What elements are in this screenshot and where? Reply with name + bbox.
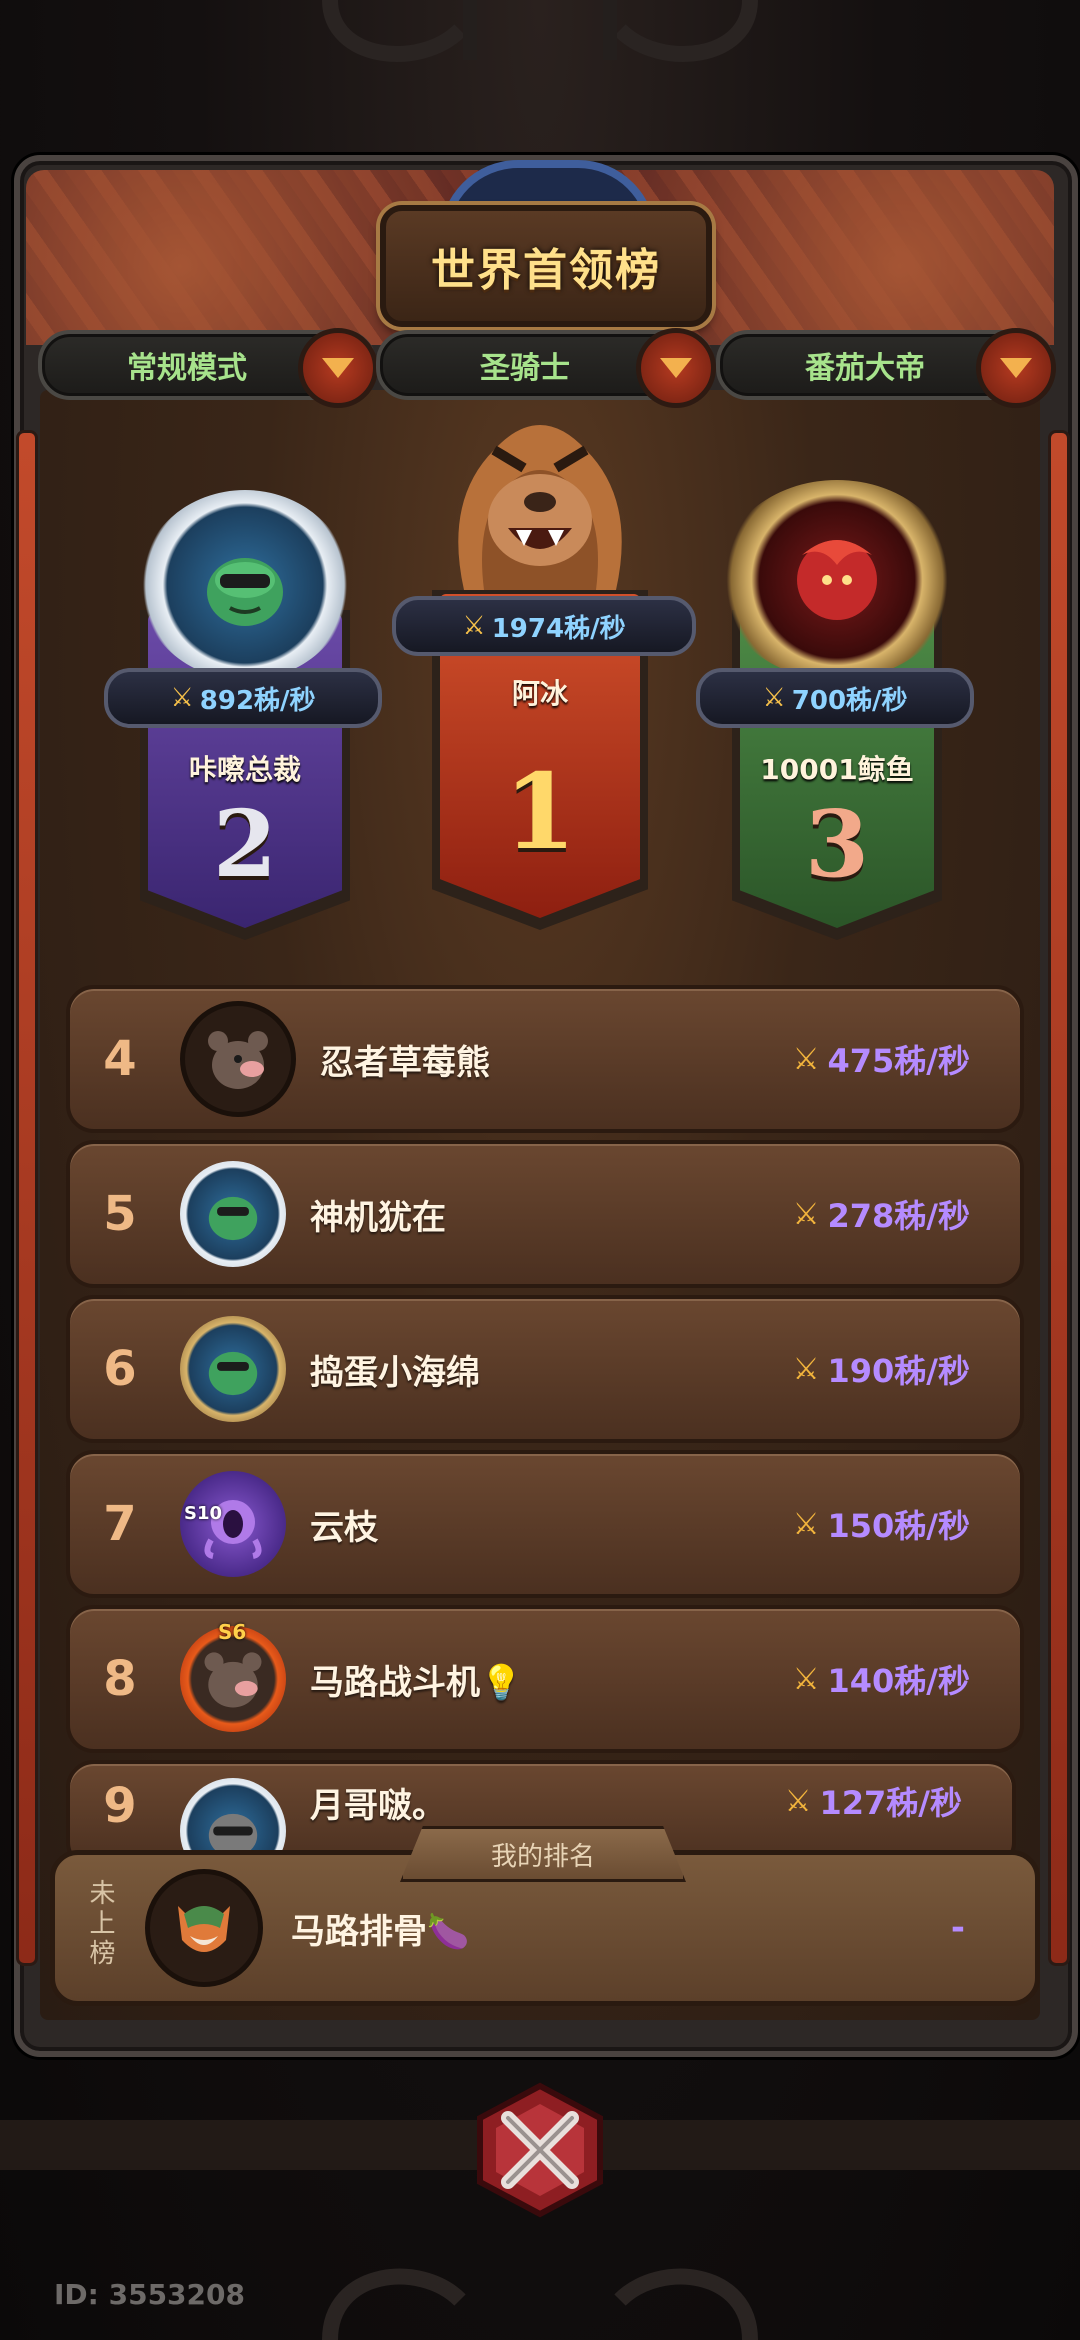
purple-octopus-icon [204,1500,262,1559]
row-score: ⚔ 140秭/秒 [793,1656,970,1702]
row-score: ⚔ 190秭/秒 [793,1346,970,1392]
row-name: 马路战斗机💡 [310,1662,523,1703]
avatar [424,390,656,610]
title-plate: 世界首领榜 [380,205,712,327]
astronaut-frog-icon [208,1196,258,1241]
my-rank-status-text: 未上榜 [85,1878,115,1969]
row-score-value: 140秭/秒 [827,1662,971,1700]
my-rank-name: 马路排骨🍆 [291,1911,470,1952]
close-button[interactable] [470,2080,610,2220]
podium-first-score: 1974秭/秒 [491,613,626,644]
list-item[interactable]: 6 捣蛋小海绵 ⚔ 190秭/秒 [66,1295,1024,1443]
crossed-swords-icon: ⚔ [170,683,194,713]
score-pill: ⚔ 700秭/秒 [696,668,974,728]
row-score-value: 475秭/秒 [827,1042,971,1080]
podium-third-rank: 3 [804,790,869,898]
crossed-swords-icon: ⚔ [792,1661,820,1697]
podium-third[interactable]: ⚔ 700秭/秒 10001鲸鱼 3 [696,480,974,940]
triangle-down-icon[interactable] [976,328,1056,408]
avatar [180,1316,286,1422]
row-name: 忍者草莓熊 [320,1042,490,1083]
avatar [145,1869,263,1987]
right-rail [1048,430,1070,1966]
score-pill: ⚔ 892秭/秒 [104,668,382,728]
row-rank: 6 [103,1341,137,1397]
mode-filter[interactable]: 常规模式 [38,328,378,408]
astronaut-frog-icon [207,558,283,626]
row-name: 月哥啵。 [310,1786,446,1826]
season-badge: S10 [184,1503,223,1524]
crossed-close-icon [477,2082,603,2218]
crossed-swords-icon: ⚔ [784,1783,812,1819]
row-rank: 7 [103,1496,137,1552]
row-score: ⚔ 127秭/秒 [785,1778,962,1824]
row-name: 云枝 [310,1507,378,1548]
row-score: ⚔ 475秭/秒 [793,1036,970,1082]
fox-icon [178,1906,230,1952]
golden-frog-icon [208,1351,258,1396]
leaderboard-screen: 世界首领榜 常规模式 圣骑士 番茄大帝 ⚔ 892秭/秒 咔嚓总裁 2 ⚔ 19… [0,0,1080,2340]
row-score: ⚔ 278秭/秒 [793,1191,970,1237]
row-score-value: 278秭/秒 [827,1197,971,1235]
row-rank: 4 [103,1031,137,1087]
rat-icon [204,1652,262,1708]
avatar [180,1001,296,1117]
crossed-swords-icon: ⚔ [762,683,786,713]
podium-first[interactable]: ⚔ 1974秭/秒 阿冰 1 [392,390,696,930]
triangle-down-icon[interactable] [298,328,378,408]
avatar [718,480,956,680]
podium-first-name: 阿冰 [511,677,568,710]
list-item[interactable]: 5 神机犹在 ⚔ 278秭/秒 [66,1140,1024,1288]
avatar: S6 [180,1620,286,1732]
crossed-swords-icon: ⚔ [792,1041,820,1077]
podium-second-name: 咔嚓总裁 [188,753,301,786]
row-name: 神机犹在 [310,1197,446,1238]
podium-second[interactable]: ⚔ 892秭/秒 咔嚓总裁 2 [104,490,382,940]
list-item[interactable]: 8 S6 马路战斗机💡 ⚔ 140秭/秒 [66,1605,1024,1753]
list-item[interactable]: 7 S10 云枝 ⚔ 150秭/秒 [66,1450,1024,1598]
list-item[interactable]: 4 忍者草莓熊 ⚔ 475秭/秒 [66,985,1024,1133]
avatar [140,490,350,680]
podium-second-score: 892秭/秒 [199,685,316,716]
my-rank-tag: 我的排名 [400,1826,686,1882]
my-rank-score: - [950,1908,965,1948]
my-rank-status: 未上榜 [65,1879,135,1978]
crossed-swords-icon: ⚔ [792,1196,820,1232]
podium-third-score: 700秭/秒 [791,685,908,716]
podium-third-name: 10001鲸鱼 [760,753,914,786]
row-rank: 9 [103,1778,137,1834]
avatar: S10 [180,1471,286,1577]
left-rail [16,430,38,1966]
bear-boss-icon [458,425,622,590]
page-title: 世界首领榜 [431,245,661,296]
podium-first-rank: 1 [503,750,577,873]
top-ornament [322,0,758,62]
podium-second-rank: 2 [212,790,277,898]
crossed-swords-icon: ⚔ [792,1351,820,1387]
row-rank: 8 [103,1651,137,1707]
user-id: ID: 3553208 [54,2278,245,2311]
row-rank: 5 [103,1186,137,1242]
score-pill: ⚔ 1974秭/秒 [392,596,696,656]
season-badge: S6 [218,1620,247,1644]
row-score-value: 150秭/秒 [827,1507,971,1545]
row-score-value: 127秭/秒 [819,1784,963,1822]
crossed-swords-icon: ⚔ [462,611,486,641]
row-score: ⚔ 150秭/秒 [793,1501,970,1547]
boss-filter[interactable]: 番茄大帝 [716,328,1056,408]
row-score-value: 190秭/秒 [827,1352,971,1390]
row-name: 捣蛋小海绵 [310,1352,480,1393]
crossed-swords-icon: ⚔ [792,1506,820,1542]
red-demon-icon [797,540,877,620]
avatar [180,1161,286,1267]
rat-icon [208,1031,268,1089]
